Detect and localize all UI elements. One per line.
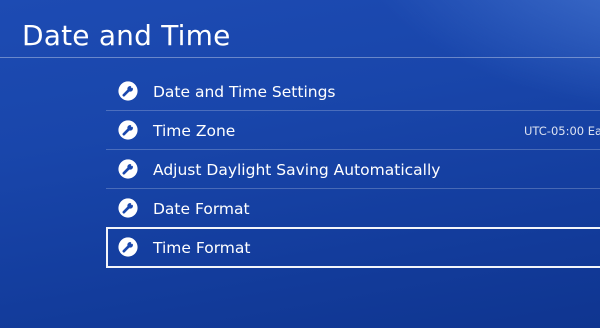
menu-item-label: Adjust Daylight Saving Automatically [153,161,441,179]
time-zone-value: UTC-05:00 Ea [524,124,600,138]
menu-item-time-zone[interactable]: Time Zone UTC-05:00 Ea [106,111,600,150]
page-title: Date and Time [22,19,231,52]
wrench-icon [118,120,138,140]
menu-item-time-format[interactable]: Time Format [106,227,600,268]
wrench-icon [118,159,138,179]
settings-menu: Date and Time Settings Time Zone UTC-05:… [106,72,600,268]
menu-item-date-and-time-settings[interactable]: Date and Time Settings [106,72,600,111]
menu-item-date-format[interactable]: Date Format [106,189,600,228]
menu-item-label: Date Format [153,200,250,218]
menu-item-label: Time Format [153,239,251,257]
menu-item-label: Time Zone [153,122,236,140]
wrench-icon [118,237,138,257]
wrench-icon [118,81,138,101]
title-divider [0,57,600,58]
wrench-icon [118,198,138,218]
menu-item-adjust-daylight-saving[interactable]: Adjust Daylight Saving Automatically [106,150,600,189]
menu-item-label: Date and Time Settings [153,83,336,101]
